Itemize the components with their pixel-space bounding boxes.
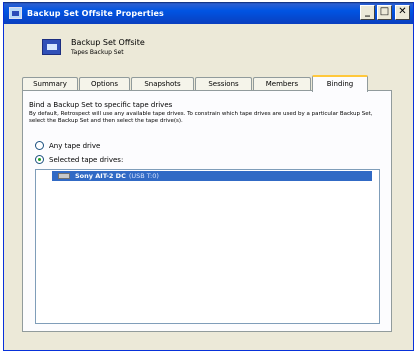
any-tape-drive-label: Any tape drive [49, 141, 101, 150]
binding-panel: Bind a Backup Set to specific tape drive… [22, 90, 392, 332]
backup-set-icon [42, 39, 61, 55]
tab-strip: Summary Options Snapshots Sessions Membe… [22, 75, 369, 92]
selected-tape-drives-radio[interactable] [35, 155, 44, 164]
app-icon [9, 7, 22, 19]
maximize-button[interactable]: □ [377, 5, 392, 20]
tab-binding[interactable]: Binding [312, 75, 368, 92]
title-bar[interactable]: Backup Set Offsite Properties _ □ ✕ [4, 2, 413, 24]
selected-tape-drives-option[interactable]: Selected tape drives: [35, 155, 123, 164]
tape-drive-list[interactable]: Sony AIT-2 DC (USB T:0) [35, 169, 380, 324]
backup-set-type: Tapes Backup Set [71, 49, 124, 56]
list-item[interactable]: Sony AIT-2 DC (USB T:0) [52, 171, 372, 181]
backup-set-header: Backup Set Offsite Tapes Backup Set [42, 38, 145, 56]
minimize-button[interactable]: _ [360, 5, 375, 20]
any-tape-drive-option[interactable]: Any tape drive [35, 141, 100, 150]
tape-drive-icon [58, 173, 70, 179]
selected-tape-drives-label: Selected tape drives: [49, 155, 124, 164]
properties-window: Backup Set Offsite Properties _ □ ✕ Back… [3, 2, 414, 351]
title-bar-buttons: _ □ ✕ [360, 5, 410, 20]
backup-set-name: Backup Set Offsite [71, 38, 145, 47]
binding-heading: Bind a Backup Set to specific tape drive… [29, 101, 173, 109]
binding-description: By default, Retrospect will use any avai… [29, 111, 373, 124]
any-tape-drive-radio[interactable] [35, 141, 44, 150]
close-button[interactable]: ✕ [395, 5, 410, 20]
drive-port: (USB T:0) [128, 172, 159, 180]
window-title: Backup Set Offsite Properties [27, 8, 164, 18]
drive-name: Sony AIT-2 DC [75, 172, 126, 180]
